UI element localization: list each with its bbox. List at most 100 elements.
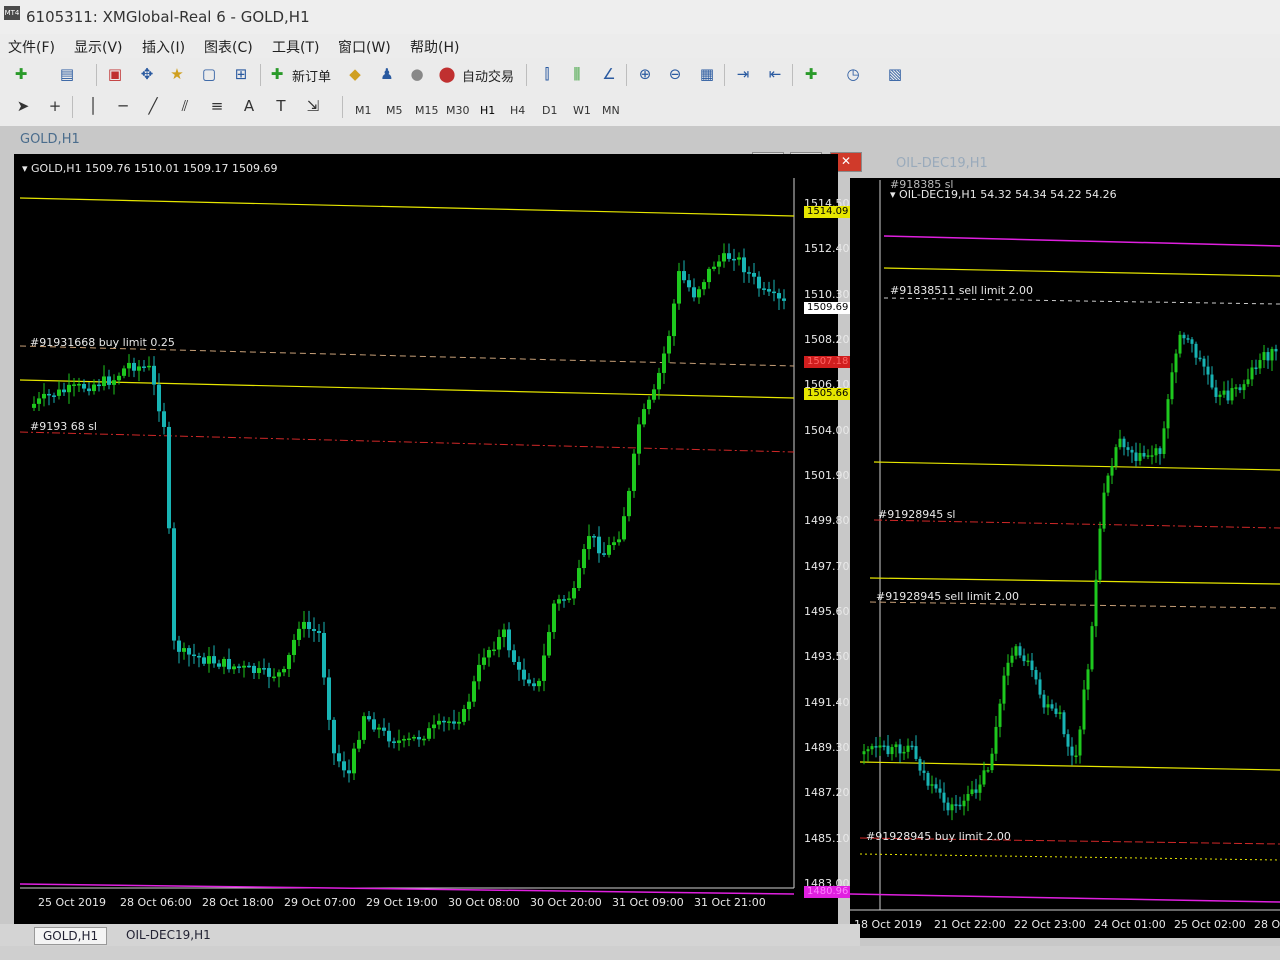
menu-help[interactable]: 帮助(H) <box>410 37 459 57</box>
gold-candle <box>67 384 71 393</box>
horizontal-line-icon[interactable]: ─ <box>112 96 134 116</box>
gold-chart-window[interactable]: ▾ GOLD,H1 1509.76 1510.01 1509.17 1509.6… <box>14 154 852 928</box>
timeframe-h4[interactable]: H4 <box>510 104 525 117</box>
oil-time-label: 25 Oct 02:00 <box>1174 918 1246 931</box>
oil-candle <box>1130 449 1134 453</box>
oil-window-title[interactable]: OIL-DEC19,H1 <box>896 156 988 171</box>
candlestick-icon[interactable]: ⫼ <box>566 64 588 84</box>
auto-scroll-icon[interactable]: ⇤ <box>764 64 786 84</box>
timeframe-mn[interactable]: MN <box>602 104 620 117</box>
timeframe-m1[interactable]: M1 <box>355 104 372 117</box>
oil-candle <box>978 784 982 793</box>
menu-window[interactable]: 窗口(W) <box>338 37 391 57</box>
gold-candle <box>287 654 291 669</box>
gold-order-sl[interactable]: #9193 68 sl <box>30 420 97 433</box>
metaeditor-icon[interactable]: ◆ <box>344 64 366 84</box>
gold-candle <box>657 372 661 390</box>
gold-candle <box>417 736 421 740</box>
gold-candle <box>677 271 681 304</box>
gold-candle <box>152 365 156 385</box>
oil-chart-header: ▾ OIL-DEC19,H1 54.32 54.34 54.22 54.26 <box>890 188 1117 201</box>
gold-candle <box>57 389 61 396</box>
autotrade-icon[interactable]: ⬤ <box>436 64 458 84</box>
zoom-in-icon[interactable]: ⊕ <box>634 64 656 84</box>
strategy-tester-icon[interactable]: ⊞ <box>230 64 252 84</box>
gold-candle <box>672 303 676 337</box>
data-window-icon[interactable]: ✥ <box>136 64 158 84</box>
oil-candle <box>1250 367 1254 380</box>
oil-candle <box>1242 384 1246 391</box>
oil-order-sell-limit-1[interactable]: #91838511 sell limit 2.00 <box>890 284 1033 297</box>
gold-ohlc: GOLD,H1 1509.76 1510.01 1509.17 1509.69 <box>31 162 278 175</box>
gold-candle <box>372 719 376 730</box>
gold-candle <box>552 603 556 633</box>
menu-file[interactable]: 文件(F) <box>8 37 55 57</box>
text-icon[interactable]: A <box>238 96 260 116</box>
gold-candle <box>482 657 486 665</box>
text-label-icon[interactable]: T <box>270 96 292 116</box>
chart-tabs: GOLD,H1 OIL-DEC19,H1 <box>0 924 860 946</box>
oil-order-sl[interactable]: #91928945 sl <box>878 508 956 521</box>
fibonacci-icon[interactable]: ≡ <box>206 96 228 116</box>
gold-candle <box>472 681 476 702</box>
gold-price-label: 1497.70 <box>804 559 850 573</box>
trendline-icon[interactable]: ╱ <box>142 96 164 116</box>
terminal-icon[interactable]: ▢ <box>198 64 220 84</box>
menu-view[interactable]: 显示(V) <box>74 37 123 57</box>
menu-tools[interactable]: 工具(T) <box>272 37 319 57</box>
arrows-icon[interactable]: ⇲ <box>302 96 324 116</box>
gold-candle <box>432 724 436 729</box>
tab-gold[interactable]: GOLD,H1 <box>34 927 108 945</box>
gold-order-buy-limit[interactable]: #91931668 buy limit 0.25 <box>30 336 175 349</box>
timeframe-m15[interactable]: M15 <box>415 104 439 117</box>
chart-shift-icon[interactable]: ⇥ <box>732 64 754 84</box>
indicators-icon[interactable]: ✚ <box>800 64 822 84</box>
timeframe-h1[interactable]: H1 <box>480 104 495 117</box>
navigator-icon[interactable]: ★ <box>166 64 188 84</box>
periods-icon[interactable]: ◷ <box>842 64 864 84</box>
tile-windows-icon[interactable]: ▦ <box>696 64 718 84</box>
menu-insert[interactable]: 插入(I) <box>142 37 185 57</box>
crosshair-icon[interactable]: + <box>44 96 66 116</box>
timeframe-m30[interactable]: M30 <box>446 104 470 117</box>
gold-candle <box>727 253 731 259</box>
gold-candle <box>232 666 236 670</box>
gold-candle <box>462 709 466 722</box>
oil-candle <box>1238 387 1242 391</box>
gold-candle <box>347 770 351 774</box>
gold-candle <box>262 668 266 670</box>
tab-oil[interactable]: OIL-DEC19,H1 <box>118 927 219 943</box>
gold-chart[interactable] <box>14 154 838 928</box>
signals-icon[interactable]: ♟ <box>376 64 398 84</box>
gold-candle <box>562 599 566 601</box>
new-order-icon[interactable]: ✚ <box>266 64 288 84</box>
oil-candle <box>1066 734 1070 747</box>
autotrade-button[interactable]: 自动交易 <box>462 66 514 85</box>
menu-bar: 文件(F) 显示(V) 插入(I) 图表(C) 工具(T) 窗口(W) 帮助(H… <box>0 34 1280 58</box>
market-icon[interactable]: ● <box>406 64 428 84</box>
equidistant-channel-icon[interactable]: ⫽ <box>174 96 196 116</box>
menu-charts[interactable]: 图表(C) <box>204 37 253 57</box>
timeframe-w1[interactable]: W1 <box>573 104 591 117</box>
market-watch-icon[interactable]: ▣ <box>104 64 126 84</box>
timeframe-m5[interactable]: M5 <box>386 104 403 117</box>
bar-chart-icon[interactable]: ⫿ <box>536 64 558 84</box>
profiles-icon[interactable]: ▤ <box>56 64 78 84</box>
line-chart-icon[interactable]: ∠ <box>598 64 620 84</box>
vertical-line-icon[interactable]: │ <box>82 96 104 116</box>
oil-order-buy-limit[interactable]: #91928945 buy limit 2.00 <box>866 830 1011 843</box>
gold-candle <box>202 657 206 664</box>
new-order-button[interactable]: 新订单 <box>292 66 331 85</box>
gold-candle <box>577 568 581 589</box>
new-chart-icon[interactable]: ✚ <box>10 64 32 84</box>
timeframe-d1[interactable]: D1 <box>542 104 557 117</box>
oil-candle <box>1138 452 1142 461</box>
gold-window-title[interactable]: GOLD,H1 <box>20 132 80 147</box>
zoom-out-icon[interactable]: ⊖ <box>664 64 686 84</box>
templates-icon[interactable]: ▧ <box>884 64 906 84</box>
oil-candle <box>1114 447 1118 467</box>
oil-order-sell-limit-2[interactable]: #91928945 sell limit 2.00 <box>876 590 1019 603</box>
oil-chart-window[interactable]: #918385 sl ▾ OIL-DEC19,H1 54.32 54.34 54… <box>850 178 1280 938</box>
cursor-icon[interactable]: ➤ <box>12 96 34 116</box>
gold-candle <box>392 741 396 743</box>
